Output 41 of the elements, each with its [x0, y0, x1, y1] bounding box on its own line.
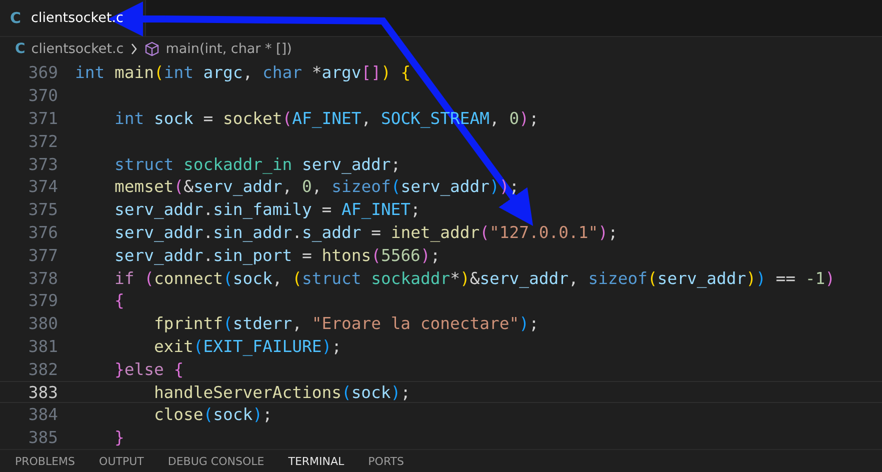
panel-tab[interactable]: PORTS — [368, 454, 404, 468]
panel-tab[interactable]: PROBLEMS — [15, 454, 76, 468]
code-line: serv_addr.sin_port = htons(5566); — [113, 246, 440, 265]
line-number: 382 — [27, 360, 59, 379]
code-line: serv_addr.sin_addr.s_addr = inet_addr("127.0.0.1"); — [113, 222, 618, 242]
line-number: 384 — [27, 405, 59, 424]
panel-tab[interactable]: TERMINAL — [288, 454, 344, 468]
panel-tab[interactable]: OUTPUT — [99, 454, 144, 468]
line-number: 376 — [27, 222, 59, 242]
code-line: int main(int argc, char *argv[]) { — [75, 63, 411, 82]
code-line: memset(&serv_addr, 0, sizeof(serv_addr)); — [113, 177, 520, 196]
cube-icon — [144, 40, 160, 57]
line-number: 373 — [27, 154, 59, 174]
code-line: struct sockaddr_in serv_addr; — [113, 154, 401, 174]
code-line: if (connect(sock, (struct sockaddr*)&serv_addr, sizeof(serv_addr)) == -1) — [113, 268, 836, 288]
code-line: close(sock); — [152, 405, 272, 424]
code-line: } — [113, 428, 124, 448]
breadcrumb-symbol[interactable]: main(int, char * []) — [166, 40, 292, 57]
code-line: }else { — [113, 360, 184, 379]
line-number: 379 — [27, 291, 59, 310]
line-number: 369 — [27, 63, 59, 82]
line-number: 370 — [27, 86, 59, 106]
line-number: 371 — [27, 108, 59, 128]
code-line: serv_addr.sin_family = AF_INET; — [113, 200, 420, 220]
panel-tab[interactable]: DEBUG CONSOLE — [168, 454, 264, 468]
line-number: 375 — [27, 200, 59, 220]
code-line: { — [113, 291, 124, 310]
line-number: 383 — [27, 382, 59, 402]
line-number: 385 — [27, 428, 59, 448]
line-number: 374 — [27, 177, 59, 196]
chevron-right-icon — [130, 42, 138, 55]
code-line: exit(EXIT_FAILURE); — [152, 336, 342, 356]
line-number: 381 — [27, 336, 59, 356]
line-number: 378 — [27, 268, 59, 288]
breadcrumb-file[interactable]: clientsocket.c — [31, 40, 124, 57]
line-number: 380 — [27, 314, 59, 334]
c-file-icon: C — [15, 40, 26, 57]
line-number: 372 — [27, 132, 59, 151]
line-number: 377 — [27, 246, 59, 265]
code-line: handleServerActions(sock); — [152, 382, 411, 402]
code-line: fprintf(stderr, "Eroare la conectare"); — [152, 314, 539, 334]
